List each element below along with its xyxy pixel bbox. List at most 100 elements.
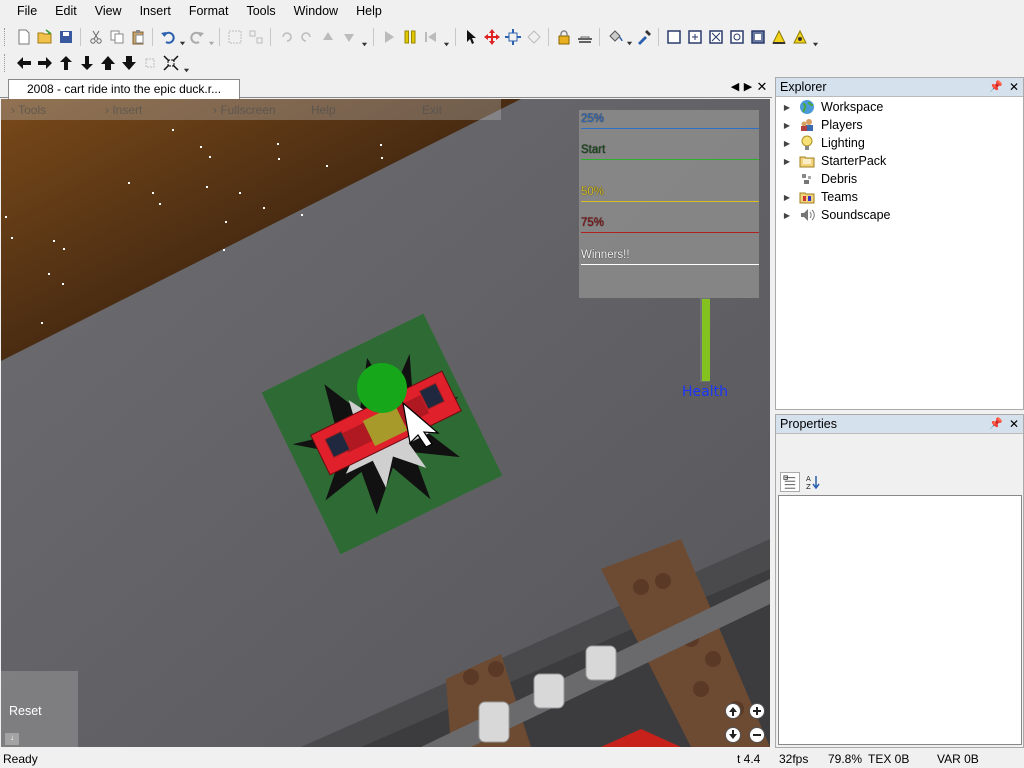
reset-sim-icon[interactable]	[421, 28, 440, 47]
anchor-icon[interactable]	[575, 28, 594, 47]
svg-text:A: A	[806, 475, 811, 483]
group-icon[interactable]	[225, 28, 244, 47]
camera-pan-left-icon[interactable]	[14, 54, 33, 73]
close-icon[interactable]: ✕	[1009, 415, 1019, 434]
surface-motor-icon[interactable]	[790, 28, 809, 47]
copy-icon[interactable]	[107, 28, 126, 47]
play-icon[interactable]	[379, 28, 398, 47]
open-folder-icon[interactable]	[35, 28, 54, 47]
explorer-item-debris[interactable]: Debris	[776, 170, 857, 188]
cut-icon[interactable]	[86, 28, 105, 47]
toolbar-overflow-icon[interactable]	[359, 26, 369, 48]
health-bar-fill	[702, 299, 710, 381]
rotate-tool-icon[interactable]	[524, 28, 543, 47]
reset-button[interactable]: Reset	[9, 704, 42, 718]
toolbar-separator	[80, 28, 81, 46]
categorized-view-icon[interactable]	[780, 472, 800, 492]
toolbar-grip[interactable]	[4, 54, 7, 72]
explorer-item-workspace[interactable]: ▶ Workspace	[776, 98, 883, 116]
game-menu-tools-label: Tools	[18, 103, 47, 117]
move-tool-icon[interactable]	[482, 28, 501, 47]
surface-studs-icon[interactable]	[727, 28, 746, 47]
surface-hinge-icon[interactable]	[769, 28, 788, 47]
save-icon[interactable]	[56, 28, 75, 47]
dropper-icon[interactable]	[634, 28, 653, 47]
zoom-in-icon[interactable]	[749, 703, 765, 719]
expand-arrow-icon[interactable]: ▶	[776, 211, 798, 220]
rotate-left-icon[interactable]	[276, 28, 295, 47]
menu-tools[interactable]: Tools	[237, 0, 284, 23]
reset-panel[interactable]: Reset ↓	[1, 671, 78, 747]
undo-icon[interactable]	[158, 28, 177, 47]
tab-close-icon[interactable]: ✕	[755, 79, 769, 95]
camera-pan-right-icon[interactable]	[35, 54, 54, 73]
camera-up-icon[interactable]	[98, 54, 117, 73]
camera-tilt-down-icon[interactable]	[77, 54, 96, 73]
explorer-item-starterpack[interactable]: ▶ StarterPack	[776, 152, 886, 170]
explorer-title: Explorer	[780, 80, 827, 94]
document-tab[interactable]: 2008 - cart ride into the epic duck.r...	[8, 79, 240, 99]
game-menu-insert[interactable]: › Insert	[105, 103, 142, 117]
game-menu-help[interactable]: Help	[311, 103, 336, 117]
expand-arrow-icon[interactable]: ▶	[776, 139, 798, 148]
tab-scroll-left-icon[interactable]: ◀	[728, 79, 742, 95]
move-down-icon[interactable]	[339, 28, 358, 47]
game-viewport[interactable]: › Tools › Insert › Fullscreen Help Exit …	[1, 99, 770, 747]
toolbar-overflow-icon[interactable]	[810, 26, 820, 48]
explorer-item-lighting[interactable]: ▶ Lighting	[776, 134, 865, 152]
surface-inlet-icon[interactable]	[748, 28, 767, 47]
menu-file[interactable]: File	[8, 0, 46, 23]
menu-view[interactable]: View	[86, 0, 131, 23]
paint-dropdown-icon[interactable]	[625, 28, 633, 47]
move-up-icon[interactable]	[318, 28, 337, 47]
camera-tilt-up-icon[interactable]	[56, 54, 75, 73]
menu-format[interactable]: Format	[180, 0, 238, 23]
properties-grid[interactable]	[778, 495, 1022, 745]
surface-smooth-icon[interactable]	[664, 28, 683, 47]
camera-down-icon[interactable]	[119, 54, 138, 73]
surface-weld-icon[interactable]	[706, 28, 725, 47]
ungroup-icon[interactable]	[246, 28, 265, 47]
camera-rotate-up-icon[interactable]	[725, 703, 741, 719]
pin-icon[interactable]: 📌	[989, 415, 1003, 434]
toolbar-overflow-icon[interactable]	[441, 26, 451, 48]
surface-glue-icon[interactable]	[685, 28, 704, 47]
expand-arrow-icon[interactable]: ▶	[776, 157, 798, 166]
game-menu-tools[interactable]: › Tools	[11, 103, 46, 117]
game-menu-fullscreen[interactable]: › Fullscreen	[213, 103, 276, 117]
menu-window[interactable]: Window	[285, 0, 347, 23]
explorer-item-soundscape[interactable]: ▶ Soundscape	[776, 206, 891, 224]
rotate-right-icon[interactable]	[297, 28, 316, 47]
new-file-icon[interactable]	[14, 28, 33, 47]
select-tool-icon[interactable]	[461, 28, 480, 47]
pin-icon[interactable]: 📌	[989, 78, 1003, 97]
undo-dropdown-icon[interactable]	[178, 28, 186, 47]
status-time: t 4.4	[737, 752, 761, 766]
camera-rotate-down-icon[interactable]	[725, 727, 741, 743]
menu-help[interactable]: Help	[347, 0, 391, 23]
paste-icon[interactable]	[128, 28, 147, 47]
game-menu-exit[interactable]: Exit	[422, 103, 442, 117]
camera-zoom-icon[interactable]	[140, 54, 159, 73]
lock-icon[interactable]	[554, 28, 573, 47]
expand-arrow-icon[interactable]: ▶	[776, 103, 798, 112]
pause-icon[interactable]	[400, 28, 419, 47]
menu-edit[interactable]: Edit	[46, 0, 86, 23]
redo-icon[interactable]	[187, 28, 206, 47]
explorer-item-players[interactable]: ▶ Players	[776, 116, 863, 134]
expand-arrow-icon[interactable]: ▶	[776, 121, 798, 130]
resize-tool-icon[interactable]	[503, 28, 522, 47]
expand-arrow-icon[interactable]: ▶	[776, 193, 798, 202]
redo-dropdown-icon[interactable]	[207, 28, 215, 47]
zoom-out-icon[interactable]	[749, 727, 765, 743]
menu-insert[interactable]: Insert	[131, 0, 180, 23]
close-icon[interactable]: ✕	[1009, 78, 1019, 97]
tab-scroll-right-icon[interactable]: ▶	[741, 79, 755, 95]
alphabetical-sort-icon[interactable]: AZ	[803, 472, 823, 492]
toolbar-grip[interactable]	[4, 28, 7, 46]
paint-bucket-icon[interactable]	[605, 28, 624, 47]
chat-toggle-icon[interactable]: ↓	[5, 733, 19, 745]
explorer-item-teams[interactable]: ▶ Teams	[776, 188, 858, 206]
camera-fit-icon[interactable]	[161, 54, 180, 73]
toolbar-overflow-icon[interactable]	[181, 52, 191, 74]
